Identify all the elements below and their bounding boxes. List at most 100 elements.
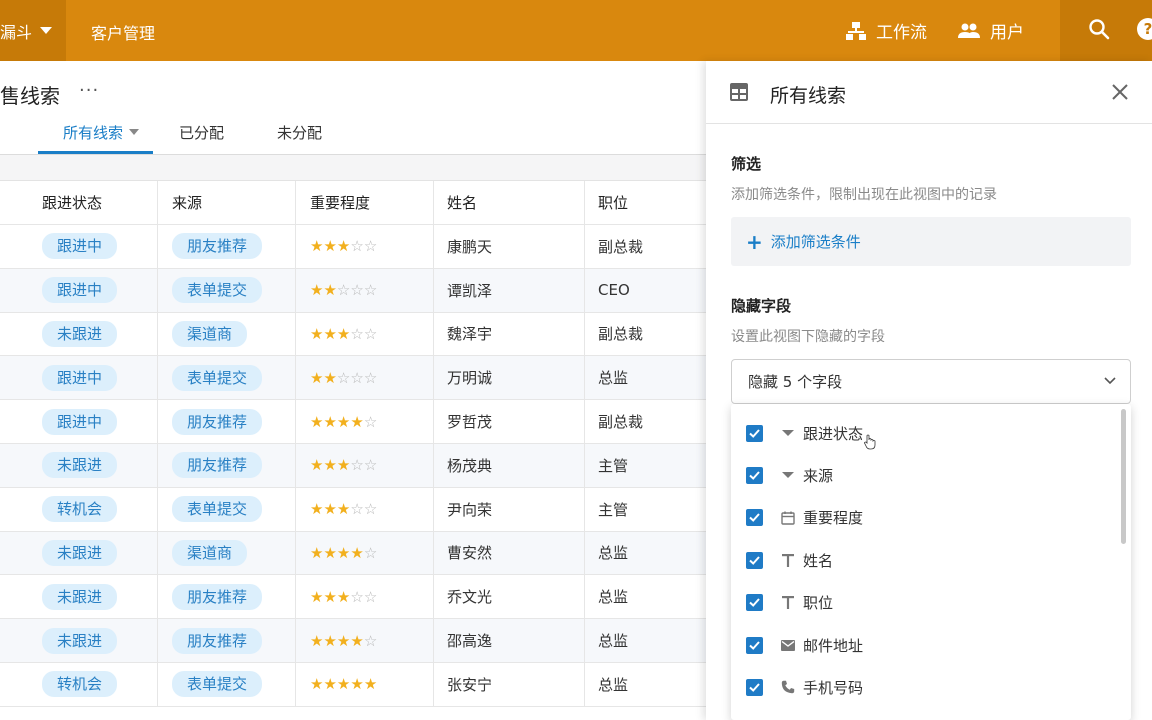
cell-importance[interactable]: ★★★☆☆ [296,444,434,487]
cell-name[interactable]: 罗哲茂 [434,400,585,443]
star-empty-icon: ☆ [363,281,378,300]
cell-title[interactable]: 总监 [585,575,706,618]
cell-source[interactable]: 朋友推荐 [158,225,296,268]
cell-name[interactable]: 杨茂典 [434,444,585,487]
field-option[interactable]: 手机号码 [731,666,1121,708]
dropdown-scrollbar[interactable] [1121,409,1126,544]
cell-title[interactable]: 主管 [585,488,706,531]
cell-importance[interactable]: ★★★☆☆ [296,312,434,356]
checkbox-checked[interactable] [746,466,763,484]
cell-title[interactable]: CEO [585,269,706,312]
cell-title[interactable]: 总监 [585,356,706,399]
cell-source[interactable]: 表单提交 [158,487,296,531]
add-filter-button[interactable]: + 添加筛选条件 [731,217,1131,266]
field-option[interactable]: 姓名 [731,539,1121,581]
app-switcher[interactable]: 漏斗 [0,0,66,61]
tab-all-leads[interactable]: 所有线索 [63,122,140,143]
table-row[interactable]: 转机会 表单提交 ★★★★★ 张安宁 总监 [0,663,706,707]
cell-status[interactable]: 跟进中 [0,400,158,443]
cell-source[interactable]: 表单提交 [158,356,296,400]
cell-status[interactable]: 转机会 [0,663,158,706]
cell-name[interactable]: 乔文光 [434,575,585,619]
cell-importance[interactable]: ★★★★☆ [296,400,434,443]
checkbox-checked[interactable] [746,636,763,654]
cell-importance[interactable]: ★★★★★ [296,663,434,706]
cell-title[interactable]: 副总裁 [585,400,706,443]
table-row[interactable]: 未跟进 朋友推荐 ★★★★☆ 邵高逸 总监 [0,619,706,663]
checkbox-checked[interactable] [746,551,763,569]
cell-name[interactable]: 邵高逸 [434,619,585,662]
cell-title[interactable]: 总监 [585,663,706,706]
cell-source[interactable]: 朋友推荐 [158,400,296,443]
cell-importance[interactable]: ★★★☆☆ [296,225,434,268]
cell-status[interactable]: 未跟进 [0,444,158,487]
users-button[interactable]: 用户 [958,18,1024,43]
column-header-name[interactable]: 姓名 [434,181,585,224]
cell-title[interactable]: 副总裁 [585,225,706,268]
checkbox-checked[interactable] [746,678,763,696]
more-options-icon[interactable]: ··· [79,80,99,101]
cell-source[interactable]: 表单提交 [158,268,296,312]
cell-importance[interactable]: ★★★☆☆ [296,575,434,619]
nav-customer-management[interactable]: 客户管理 [91,20,155,44]
cell-importance[interactable]: ★★★☆☆ [296,487,434,531]
table-row[interactable]: 跟进中 朋友推荐 ★★★☆☆ 康鹏天 副总裁 [0,225,706,269]
cell-status[interactable]: 跟进中 [0,268,158,312]
cell-status[interactable]: 转机会 [0,487,158,531]
column-header-title[interactable]: 职位 [585,181,706,224]
cell-status[interactable]: 未跟进 [0,312,158,356]
cell-name[interactable]: 张安宁 [434,663,585,706]
checkbox-checked[interactable] [746,424,763,442]
column-header-status[interactable]: 跟进状态 [0,181,158,224]
close-icon[interactable] [1111,83,1129,101]
cell-status[interactable]: 未跟进 [0,531,158,575]
hidden-fields-select[interactable]: 隐藏 5 个字段 [731,359,1131,404]
field-option[interactable]: 职位 [731,582,1121,624]
cell-status[interactable]: 跟进中 [0,356,158,400]
cell-name[interactable]: 万明诚 [434,356,585,400]
table-row[interactable]: 跟进中 表单提交 ★★☆☆☆ 万明诚 总监 [0,356,706,401]
cell-source[interactable]: 朋友推荐 [158,575,296,619]
cell-title[interactable]: 主管 [585,444,706,487]
field-option[interactable]: 重要程度 [731,497,1121,539]
cell-name[interactable]: 谭凯泽 [434,268,585,312]
table-row[interactable]: 跟进中 表单提交 ★★☆☆☆ 谭凯泽 CEO [0,268,706,313]
cell-name[interactable]: 魏泽宇 [434,312,585,356]
column-header-importance[interactable]: 重要程度 [296,181,434,224]
cell-name[interactable]: 康鹏天 [434,225,585,268]
table-row[interactable]: 跟进中 朋友推荐 ★★★★☆ 罗哲茂 副总裁 [0,400,706,444]
cell-source[interactable]: 朋友推荐 [158,444,296,487]
tab-unassigned[interactable]: 未分配 [277,122,322,143]
cell-status[interactable]: 未跟进 [0,575,158,619]
table-row[interactable]: 未跟进 渠道商 ★★★★☆ 曹安然 总监 [0,531,706,576]
column-header-source[interactable]: 来源 [158,181,296,224]
cell-status[interactable]: 未跟进 [0,619,158,662]
cell-source[interactable]: 表单提交 [158,663,296,706]
field-option[interactable]: 来源 [731,454,1121,496]
help-button[interactable]: ? [1137,18,1152,40]
cell-name[interactable]: 曹安然 [434,531,585,575]
table-row[interactable]: 未跟进 朋友推荐 ★★★☆☆ 杨茂典 主管 [0,444,706,488]
tab-assigned[interactable]: 已分配 [179,122,224,143]
cell-source[interactable]: 朋友推荐 [158,619,296,662]
cell-importance[interactable]: ★★★★☆ [296,619,434,662]
table-row[interactable]: 未跟进 朋友推荐 ★★★☆☆ 乔文光 总监 [0,575,706,620]
checkbox-checked[interactable] [746,509,763,527]
table-row[interactable]: 转机会 表单提交 ★★★☆☆ 尹向荣 主管 [0,487,706,532]
cell-title[interactable]: 副总裁 [585,313,706,356]
checkbox-checked[interactable] [746,594,763,612]
field-option[interactable]: 跟进状态 [731,412,1121,454]
cell-title[interactable]: 总监 [585,619,706,662]
cell-title[interactable]: 总监 [585,532,706,575]
cell-source[interactable]: 渠道商 [158,531,296,575]
search-button[interactable] [1088,18,1110,44]
cell-importance[interactable]: ★★☆☆☆ [296,356,434,400]
cell-status[interactable]: 跟进中 [0,225,158,268]
cell-name[interactable]: 尹向荣 [434,487,585,531]
cell-importance[interactable]: ★★☆☆☆ [296,268,434,312]
cell-importance[interactable]: ★★★★☆ [296,531,434,575]
cell-source[interactable]: 渠道商 [158,312,296,356]
table-row[interactable]: 未跟进 渠道商 ★★★☆☆ 魏泽宇 副总裁 [0,312,706,357]
workflow-button[interactable]: 工作流 [846,18,927,43]
field-option[interactable]: 邮件地址 [731,624,1121,666]
